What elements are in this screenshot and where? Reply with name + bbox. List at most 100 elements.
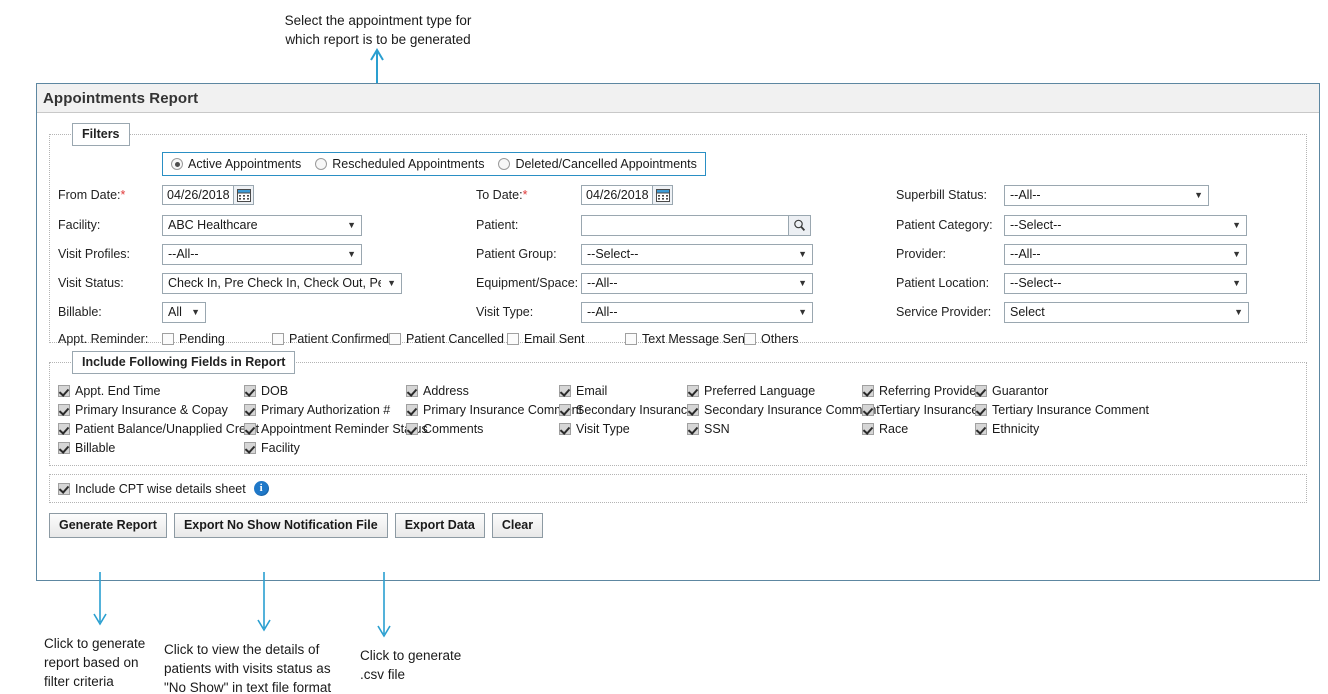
checkbox-text-message-sent[interactable]: Text Message Sent (625, 332, 748, 346)
patient-location-label: Patient Location: (896, 276, 990, 290)
checkbox-dob[interactable]: DOB (244, 384, 406, 398)
patient-search-input[interactable] (581, 214, 789, 236)
patient-category-select[interactable]: --Select-- ▼ (1004, 214, 1247, 236)
checkbox-visit-type[interactable]: Visit Type (559, 422, 687, 436)
checkbox-patient-confirmed[interactable]: Patient Confirmed (272, 332, 389, 346)
calendar-icon-svg (236, 188, 251, 202)
checkbox-guarantor[interactable]: Guarantor (975, 384, 1048, 398)
checkbox-include-cpt-wise-details-sheet[interactable]: Include CPT wise details sheet (58, 482, 246, 496)
checkbox-email-sent[interactable]: Email Sent (507, 332, 625, 346)
checkbox-icon[interactable] (406, 404, 418, 416)
checkbox-icon[interactable] (244, 423, 256, 435)
radio-button-icon[interactable] (171, 158, 183, 170)
checkbox-label: Guarantor (992, 384, 1049, 398)
checkbox-secondary-insurance-comment[interactable]: Secondary Insurance Comment (687, 403, 880, 417)
checkbox-icon[interactable] (507, 333, 519, 345)
checkbox-secondary-insurance[interactable]: Secondary Insurance (559, 403, 694, 417)
chevron-down-icon: ▼ (1194, 189, 1203, 200)
checkbox-icon[interactable] (744, 333, 756, 345)
checkbox-primary-insurance-copay[interactable]: Primary Insurance & Copay (58, 403, 244, 417)
checkbox-referring-provider[interactable]: Referring Provider (862, 384, 980, 398)
checkbox-email[interactable]: Email (559, 384, 687, 398)
checkbox-pending[interactable]: Pending (162, 332, 272, 346)
billable-select[interactable]: All ▼ (162, 301, 206, 323)
visit-type-select[interactable]: --All-- ▼ (581, 301, 813, 323)
checkbox-icon[interactable] (272, 333, 284, 345)
checkbox-icon[interactable] (559, 404, 571, 416)
checkbox-icon[interactable] (559, 385, 571, 397)
appointment-type-radio-group[interactable]: Active Appointments Rescheduled Appointm… (162, 152, 706, 176)
checkbox-billable[interactable]: Billable (58, 441, 244, 455)
from-date-input[interactable]: 04/26/2018 (162, 185, 234, 205)
checkbox-icon[interactable] (687, 423, 699, 435)
checkbox-race[interactable]: Race (862, 422, 975, 436)
calendar-icon[interactable] (234, 185, 254, 205)
checkbox-icon[interactable] (559, 423, 571, 435)
checkbox-others[interactable]: Others (744, 332, 799, 346)
checkbox-icon[interactable] (975, 423, 987, 435)
checkbox-icon[interactable] (162, 333, 174, 345)
export-data-button[interactable]: Export Data (394, 513, 485, 539)
from-date-control[interactable]: 04/26/2018 (162, 185, 254, 205)
checkbox-icon[interactable] (687, 385, 699, 397)
checkbox-label: Text Message Sent (642, 332, 749, 346)
visit-status-value: Check In, Pre Check In, Check Out, Per (168, 276, 382, 290)
checkbox-comments[interactable]: Comments (406, 422, 559, 436)
to-date-control[interactable]: 04/26/2018 (581, 185, 673, 205)
patient-search-control[interactable] (581, 214, 811, 236)
clear-button[interactable]: Clear (491, 513, 544, 539)
checkbox-appt-end-time[interactable]: Appt. End Time (58, 384, 244, 398)
checkbox-icon[interactable] (862, 423, 874, 435)
visit-profiles-select[interactable]: --All-- ▼ (162, 243, 362, 265)
radio-button-icon[interactable] (498, 158, 511, 170)
patient-location-select[interactable]: --Select-- ▼ (1004, 272, 1247, 294)
checkbox-icon[interactable] (389, 333, 401, 345)
checkbox-preferred-language[interactable]: Preferred Language (687, 384, 862, 398)
export-no-show-notification-file-button[interactable]: Export No Show Notification File (173, 513, 388, 539)
checkbox-icon[interactable] (687, 404, 699, 416)
checkbox-icon[interactable] (244, 404, 256, 416)
info-icon[interactable]: i (253, 481, 269, 496)
patient-group-select[interactable]: --Select-- ▼ (581, 243, 813, 265)
checkbox-icon[interactable] (862, 385, 874, 397)
radio-button-icon[interactable] (315, 158, 328, 170)
checkbox-icon[interactable] (58, 423, 70, 435)
checkbox-appointment-reminder-status[interactable]: Appointment Reminder Status (244, 422, 428, 436)
checkbox-icon[interactable] (58, 385, 70, 397)
checkbox-icon[interactable] (244, 385, 256, 397)
checkbox-icon[interactable] (58, 442, 70, 454)
checkbox-icon[interactable] (244, 442, 256, 454)
checkbox-tertiary-insurance-comment[interactable]: Tertiary Insurance Comment (975, 403, 1149, 417)
search-icon[interactable] (789, 214, 811, 236)
checkbox-icon[interactable] (58, 404, 70, 416)
checkbox-ethnicity[interactable]: Ethnicity (975, 422, 1039, 436)
checkbox-tertiary-insurance[interactable]: Tertiary Insurance (862, 403, 978, 417)
checkbox-icon[interactable] (975, 404, 987, 416)
chevron-down-icon: ▼ (347, 248, 356, 259)
calendar-icon[interactable] (653, 185, 673, 205)
checkbox-icon[interactable] (625, 333, 637, 345)
checkbox-icon[interactable] (406, 423, 418, 435)
checkbox-address[interactable]: Address (406, 384, 559, 398)
visit-status-select[interactable]: Check In, Pre Check In, Check Out, Per ▼ (162, 272, 402, 294)
facility-select[interactable]: ABC Healthcare ▼ (162, 214, 362, 236)
radio-rescheduled-appointments[interactable]: Rescheduled Appointments (315, 157, 484, 171)
equipment-space-select[interactable]: --All-- ▼ (581, 272, 813, 294)
checkbox-icon[interactable] (58, 482, 70, 495)
generate-report-button[interactable]: Generate Report (49, 513, 167, 539)
provider-select[interactable]: --All-- ▼ (1004, 243, 1247, 265)
checkbox-patient-balance-unapplied-credit[interactable]: Patient Balance/Unapplied Credit (58, 422, 259, 436)
checkbox-patient-cancelled[interactable]: Patient Cancelled (389, 332, 507, 346)
checkbox-icon[interactable] (862, 404, 874, 416)
checkbox-ssn[interactable]: SSN (687, 422, 862, 436)
radio-deleted-cancelled-appointments[interactable]: Deleted/Cancelled Appointments (498, 157, 697, 171)
to-date-input[interactable]: 04/26/2018 (581, 185, 653, 205)
checkbox-icon[interactable] (975, 385, 987, 397)
checkbox-primary-insurance-comment[interactable]: Primary Insurance Comment (406, 403, 582, 417)
superbill-status-select[interactable]: --All-- ▼ (1004, 184, 1209, 206)
service-provider-select[interactable]: Select ▼ (1004, 301, 1249, 323)
checkbox-primary-authorization-number[interactable]: Primary Authorization # (244, 403, 406, 417)
checkbox-facility[interactable]: Facility (244, 441, 406, 455)
radio-active-appointments[interactable]: Active Appointments (171, 157, 301, 171)
checkbox-icon[interactable] (406, 385, 418, 397)
